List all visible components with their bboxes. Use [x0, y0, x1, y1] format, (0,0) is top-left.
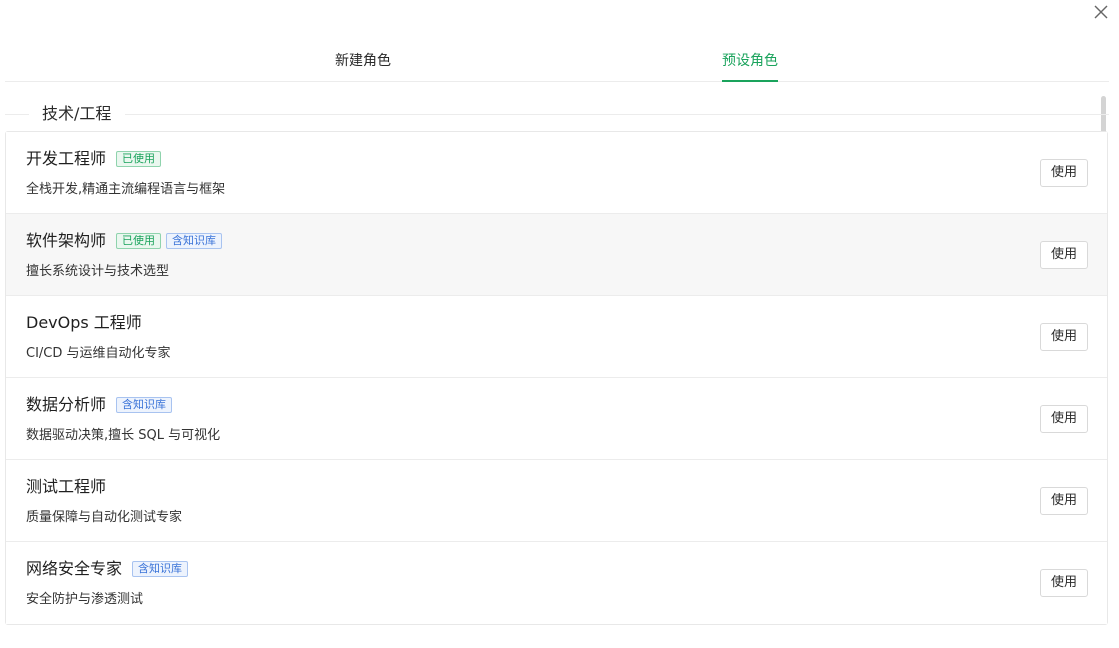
role-item[interactable]: DevOps 工程师 CI/CD 与运维自动化专家 使用 — [6, 296, 1107, 378]
divider — [125, 114, 1109, 115]
role-description: 质量保障与自动化测试专家 — [26, 510, 183, 525]
knowledge-base-badge: 含知识库 — [166, 233, 223, 249]
preset-role-dialog: 新建角色 预设角色 技术/工程 开发工程师 已使用 全栈开发,精通主流编程语言与框架… — [0, 0, 1119, 648]
role-name: 网络安全专家 — [26, 559, 123, 578]
role-description: 全栈开发,精通主流编程语言与框架 — [26, 182, 226, 197]
used-badge: 已使用 — [116, 151, 162, 167]
role-list: 开发工程师 已使用 全栈开发,精通主流编程语言与框架 使用 软件架构师 已使用 含知识库 擅长… — [5, 131, 1108, 625]
use-role-button[interactable]: 使用 — [1040, 241, 1088, 269]
section-header: 技术/工程 — [5, 104, 1109, 124]
use-role-button[interactable]: 使用 — [1040, 569, 1088, 597]
role-description: 擅长系统设计与技术选型 — [26, 264, 170, 279]
role-name-row: DevOps 工程师 — [26, 312, 142, 334]
divider — [5, 114, 29, 115]
tab-new-role[interactable]: 新建角色 — [335, 52, 391, 70]
role-name-row: 数据分析师 含知识库 — [26, 394, 173, 416]
used-badge: 已使用 — [116, 233, 162, 249]
role-description: 安全防护与渗透测试 — [26, 592, 144, 607]
role-name: 数据分析师 — [26, 395, 107, 414]
use-role-button[interactable]: 使用 — [1040, 159, 1088, 187]
close-icon — [1094, 5, 1108, 19]
role-description: 数据驱动决策,擅长 SQL 与可视化 — [26, 428, 221, 443]
role-item[interactable]: 软件架构师 已使用 含知识库擅长系统设计与技术选型 使用 — [6, 214, 1107, 296]
role-item[interactable]: 数据分析师 含知识库数据驱动决策,擅长 SQL 与可视化 使用 — [6, 378, 1107, 460]
section-title: 技术/工程 — [42, 104, 112, 123]
role-list-panel[interactable]: 技术/工程 开发工程师 已使用 全栈开发,精通主流编程语言与框架 使用 软件架构师 已使用… — [0, 82, 1119, 648]
knowledge-base-badge: 含知识库 — [116, 397, 173, 413]
use-role-button[interactable]: 使用 — [1040, 487, 1088, 515]
close-button[interactable] — [1092, 3, 1110, 21]
use-role-button[interactable]: 使用 — [1040, 405, 1088, 433]
role-name-row: 测试工程师 — [26, 476, 106, 498]
use-role-button[interactable]: 使用 — [1040, 323, 1088, 351]
role-name: DevOps 工程师 — [26, 313, 142, 332]
knowledge-base-badge: 含知识库 — [132, 561, 189, 577]
role-name-row: 开发工程师 已使用 — [26, 148, 162, 170]
role-name: 测试工程师 — [26, 477, 107, 496]
tab-preset-role[interactable]: 预设角色 — [722, 52, 778, 70]
role-item[interactable]: 开发工程师 已使用全栈开发,精通主流编程语言与框架 使用 — [6, 132, 1107, 214]
role-name-row: 软件架构师 已使用 含知识库 — [26, 230, 223, 252]
role-description: CI/CD 与运维自动化专家 — [26, 346, 171, 361]
role-tabs: 新建角色 预设角色 — [5, 40, 1109, 82]
role-item[interactable]: 网络安全专家 含知识库安全防护与渗透测试 使用 — [6, 542, 1107, 624]
role-item[interactable]: 测试工程师质量保障与自动化测试专家 使用 — [6, 460, 1107, 542]
role-name-row: 网络安全专家 含知识库 — [26, 558, 189, 580]
role-name: 软件架构师 — [26, 231, 107, 250]
role-name: 开发工程师 — [26, 149, 107, 168]
